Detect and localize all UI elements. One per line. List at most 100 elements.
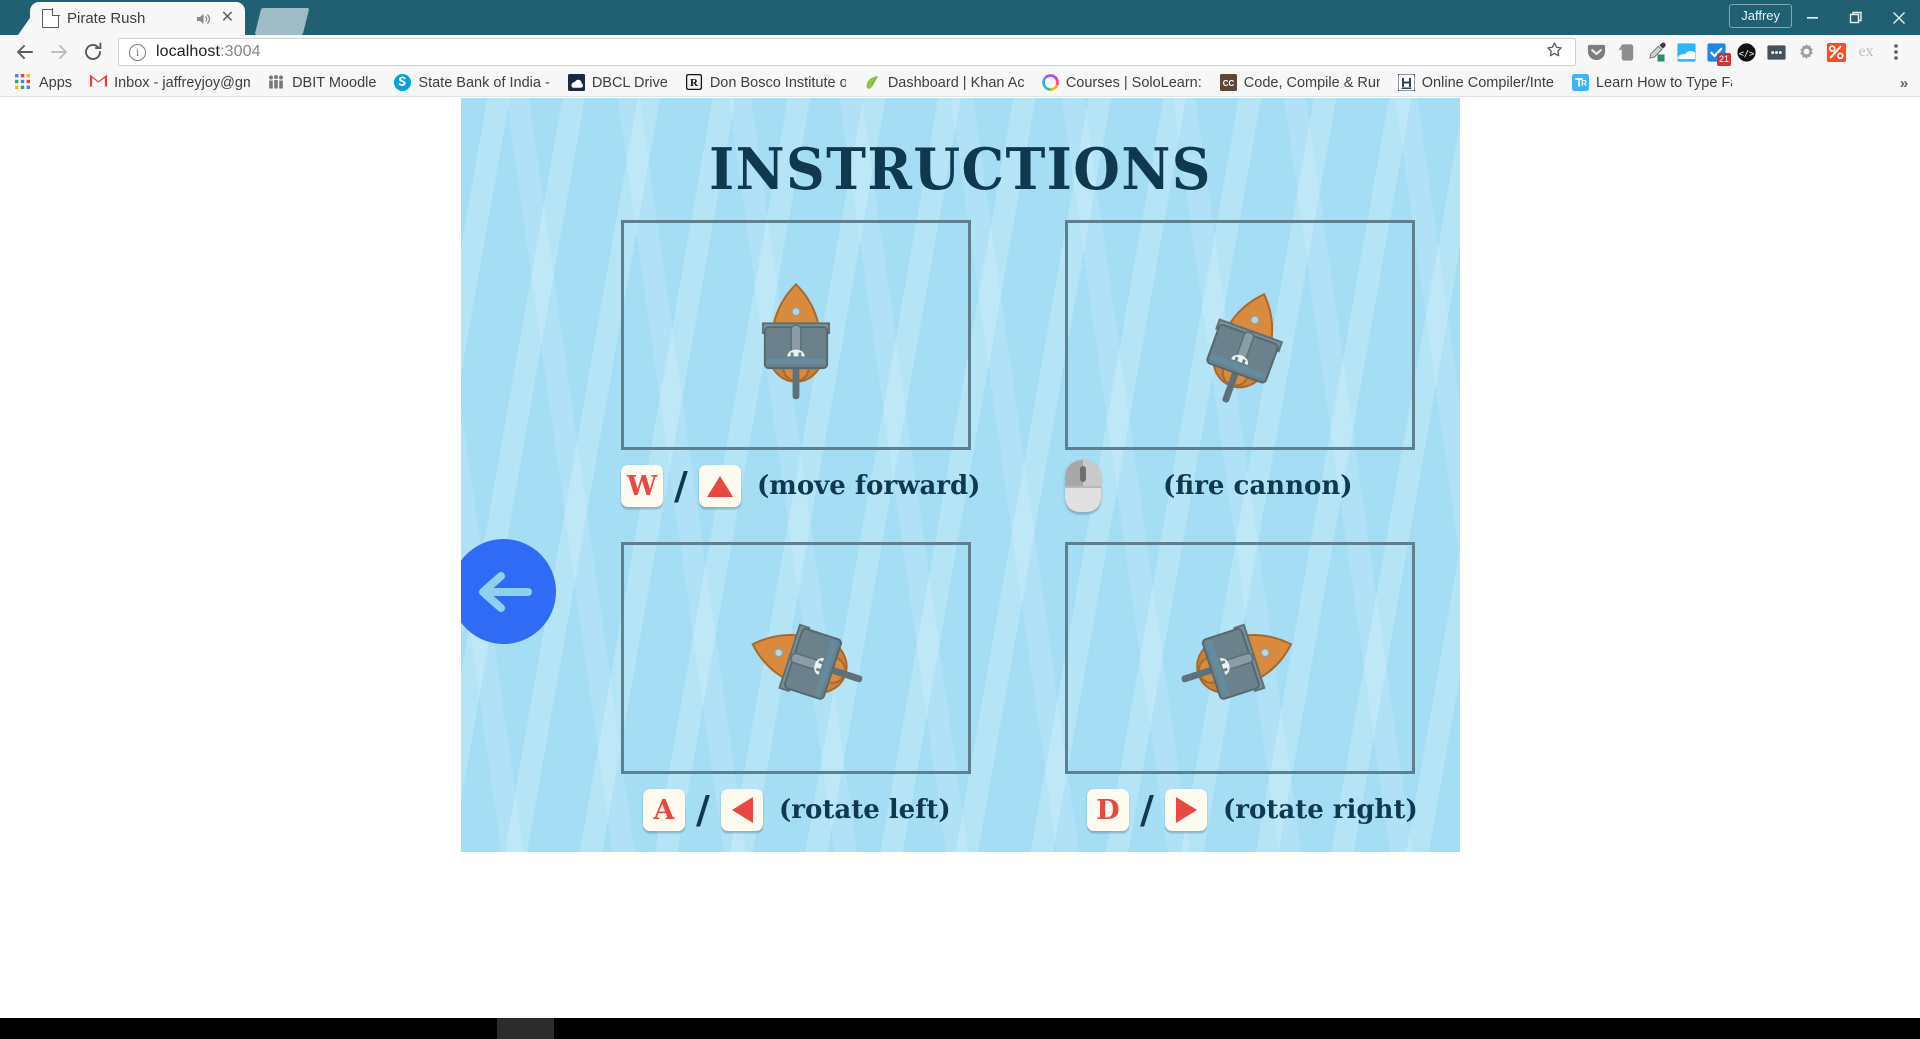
evernote-extension-icon[interactable] [1612,38,1640,66]
svg-text:</>: </> [1738,49,1754,59]
window-resizer-icon[interactable] [1672,38,1700,66]
bookmark-label: Learn How to Type Fa [1595,74,1732,91]
bookmark-label: Apps [39,74,73,91]
page-icon [42,8,60,28]
gear-extension-icon[interactable] [1792,38,1820,66]
bookmark-label: Inbox - jaffreyjoy@gm [114,74,251,91]
bookmark-label: DBIT Moodle [292,74,377,91]
user-profile-button[interactable]: Jaffrey [1729,4,1792,28]
preview-panel [621,220,971,450]
code-tag-icon[interactable]: </> [1732,38,1760,66]
bookmark-label: Dashboard | Khan Ac [887,74,1024,91]
close-icon[interactable] [1877,0,1920,35]
bookmark-label: Code, Compile & Run [1243,74,1380,91]
separator: / [674,463,688,508]
reload-icon[interactable] [76,37,110,67]
moodle-icon [268,74,285,91]
bookmark-label: Online Compiler/Inte [1421,74,1554,91]
os-taskbar [0,1018,1920,1039]
pocket-extension-icon[interactable] [1582,38,1610,66]
key-arrow-right[interactable] [1165,789,1207,831]
mouse-divider [1065,486,1101,488]
separator: / [1140,787,1154,832]
codechef-icon: CC [1219,74,1237,91]
address-bar[interactable]: i localhost:3004 [118,38,1576,66]
dbit-icon: R [685,73,703,91]
browser-tab[interactable]: Pirate Rush ✕ [30,2,245,35]
tab-close-icon[interactable]: ✕ [219,10,236,27]
notification-badge: 21 [1716,53,1731,66]
minimize-icon[interactable] [1791,0,1834,35]
percent-extension-icon[interactable] [1822,38,1850,66]
key-d[interactable]: D [1087,789,1129,831]
bookmark-gmail[interactable]: Inbox - jaffreyjoy@gm [81,71,259,94]
apps-grid-icon [15,74,32,91]
three-dot-menu-icon[interactable] [1882,38,1910,66]
colorzilla-eyedropper-icon[interactable] [1642,38,1670,66]
taskbar-active-item[interactable] [497,1018,554,1039]
forward-arrow-icon [42,37,76,67]
info-circle-icon[interactable]: i [129,43,146,61]
ex-extension-icon[interactable]: ex [1852,38,1880,66]
control-legend: W / (move forward) [621,463,981,509]
browser-toolbar: i localhost:3004 21 </> ex [0,35,1920,69]
back-arrow-icon[interactable] [8,37,42,67]
bookmark-star-icon[interactable] [1541,41,1567,63]
svg-text:R: R [1581,79,1587,88]
bookmark-don-bosco[interactable]: R Don Bosco Institute o [677,71,855,94]
control-label: (rotate right) [1223,795,1418,825]
control-label: (rotate left) [779,795,951,825]
key-arrow-left[interactable] [721,789,763,831]
typing-icon: R [1571,74,1589,91]
key-w[interactable]: W [621,465,663,507]
bookmark-apps[interactable]: Apps [6,71,81,94]
svg-text:R: R [690,77,699,89]
bookmark-khan-academy[interactable]: Dashboard | Khan Ac [855,71,1033,94]
ship-sprite [751,623,863,700]
url-text: localhost:3004 [156,43,261,60]
control-legend: (fire cannon) [1065,460,1415,512]
bookmark-sololearn[interactable]: Courses | SoloLearn: [1033,71,1211,94]
sololearn-icon [1042,74,1059,91]
bookmark-sbi[interactable]: State Bank of India - [385,71,558,94]
browser-title-bar: Pirate Rush ✕ Jaffrey [0,0,1920,35]
new-tab-button[interactable] [254,8,310,35]
control-label: (fire cannon) [1163,471,1353,501]
control-fire-cannon: (fire cannon) [1065,220,1415,512]
bookmarks-overflow-button[interactable]: » [1894,73,1914,93]
key-a[interactable]: A [643,789,685,831]
triangle-right-icon [1175,797,1197,823]
sbi-icon [394,74,412,91]
bookmark-label: Don Bosco Institute o [709,74,846,91]
bookmark-dbcl-drive[interactable]: DBCL Drive [559,71,677,94]
bookmark-typing[interactable]: R Learn How to Type Fa [1563,71,1741,94]
control-rotate-right: D / (rotate right) [1065,542,1418,833]
bookmark-label: Courses | SoloLearn: [1065,74,1202,91]
bookmark-dbit-moodle[interactable]: DBIT Moodle [259,71,385,94]
triangle-up-icon [707,475,733,497]
control-move-forward: W / (move forward) [621,220,981,509]
ship-sprite [761,282,831,400]
preview-panel [1065,220,1415,450]
ship-sprite [1206,292,1284,403]
control-legend: A / (rotate left) [643,787,971,833]
separator: / [696,787,710,832]
control-label: (move forward) [757,471,981,501]
restore-icon[interactable] [1834,0,1877,35]
three-dots-extension-icon[interactable] [1762,38,1790,66]
pirate-rush-instructions-screen: INSTRUCTIONS W / (move forward) (fire ca… [461,98,1460,852]
bookmark-label: State Bank of India - [418,74,550,91]
speaker-icon[interactable] [195,11,211,27]
todo-checkbox-icon[interactable]: 21 [1702,38,1731,66]
svg-text:CC: CC [1223,79,1235,88]
gmail-icon [89,74,108,91]
bookmark-label: DBCL Drive [591,74,668,91]
drive-icon [567,74,585,91]
bookmark-codechef[interactable]: CC Code, Compile & Run [1211,71,1389,94]
mouse-left-click-icon[interactable] [1065,460,1101,512]
key-arrow-up[interactable] [699,465,741,507]
tab-title: Pirate Rush [67,10,146,27]
hackerearth-icon [1397,73,1416,92]
bookmark-hackerearth[interactable]: Online Compiler/Inte [1389,71,1563,94]
preview-panel [1065,542,1415,774]
